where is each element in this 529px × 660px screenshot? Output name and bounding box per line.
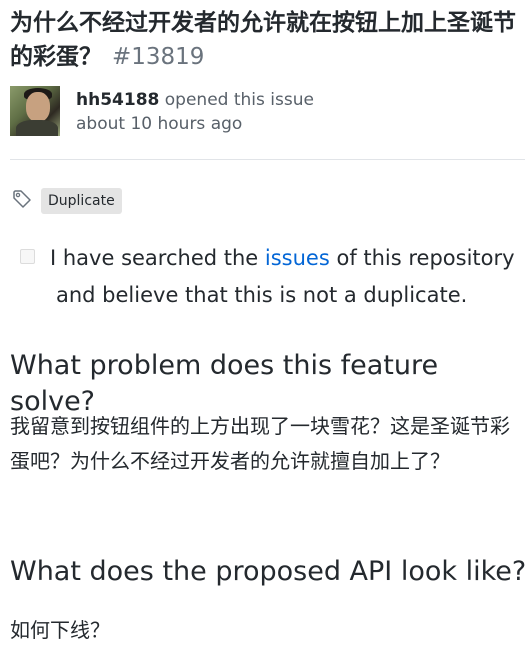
header-divider — [10, 159, 525, 160]
task-text: I have searched the issues of this repos… — [50, 240, 520, 314]
task-text-before: I have searched the — [50, 246, 265, 270]
label-duplicate[interactable]: Duplicate — [41, 188, 122, 214]
task-checkbox[interactable] — [20, 249, 35, 264]
section-body-problem: 我留意到按钮组件的上方出现了一块雪花？这是圣诞节彩蛋吧？为什么不经过开发者的允许… — [10, 414, 510, 473]
author-avatar[interactable] — [10, 86, 60, 136]
issue-number: #13819 — [112, 44, 205, 70]
section-heading-api: What does the proposed API look like? — [10, 556, 527, 587]
issues-link[interactable]: issues — [265, 246, 330, 270]
author-link[interactable]: hh54188 — [76, 90, 159, 110]
issue-title: 为什么不经过开发者的允许就在按钮上加上圣诞节的彩蛋？ #13819 — [10, 6, 525, 74]
opened-text: opened this issue — [164, 90, 314, 110]
section-body-api: 如何下线？ — [10, 618, 110, 642]
issue-timestamp: about 10 hours ago — [76, 114, 243, 134]
task-text-line2: and believe that this is not a duplicate… — [56, 283, 468, 307]
issue-meta: hh54188 opened this issue about 10 hours… — [76, 88, 314, 136]
issue-title-text: 为什么不经过开发者的允许就在按钮上加上圣诞节的彩蛋？ — [10, 10, 516, 70]
task-text-after: of this repository — [329, 246, 515, 270]
tag-icon — [13, 190, 31, 208]
